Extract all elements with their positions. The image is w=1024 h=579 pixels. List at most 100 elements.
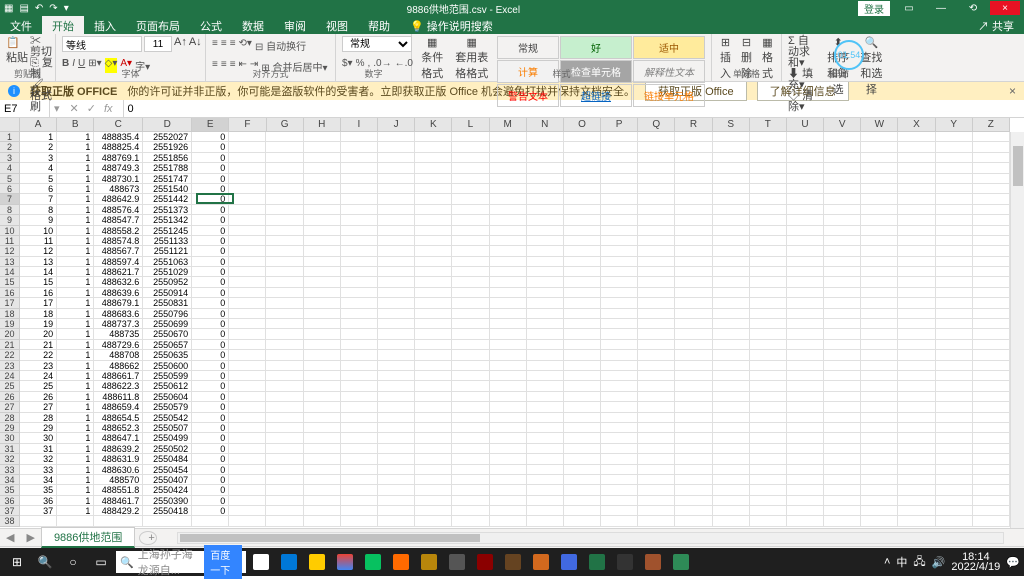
cell[interactable]	[675, 226, 712, 236]
cell[interactable]	[787, 485, 824, 495]
cell[interactable]: 488737.3	[94, 319, 143, 329]
cell[interactable]	[452, 319, 489, 329]
cell[interactable]	[266, 454, 303, 464]
cell[interactable]	[266, 298, 303, 308]
cell[interactable]	[564, 246, 601, 256]
select-all-corner[interactable]	[0, 118, 20, 132]
cell[interactable]	[675, 174, 712, 184]
cell[interactable]	[750, 392, 787, 402]
cell[interactable]	[973, 153, 1010, 163]
cell[interactable]	[341, 194, 378, 204]
cell[interactable]	[378, 163, 415, 173]
cell[interactable]: 1	[57, 340, 94, 350]
cell[interactable]	[490, 153, 527, 163]
cell[interactable]	[341, 205, 378, 215]
cell[interactable]	[452, 454, 489, 464]
cell[interactable]	[143, 516, 192, 526]
cell[interactable]	[824, 142, 861, 152]
cell[interactable]	[564, 423, 601, 433]
undo-icon[interactable]: ↶	[35, 3, 43, 14]
cell[interactable]	[973, 506, 1010, 516]
cell[interactable]	[490, 277, 527, 287]
cell[interactable]	[415, 465, 452, 475]
tab-view[interactable]: 视图	[316, 16, 358, 34]
cell[interactable]	[824, 454, 861, 464]
style-good[interactable]: 好	[560, 36, 632, 59]
cell[interactable]	[452, 516, 489, 526]
cell[interactable]	[341, 485, 378, 495]
cell[interactable]	[452, 485, 489, 495]
cell[interactable]	[341, 350, 378, 360]
cell[interactable]	[564, 506, 601, 516]
cell[interactable]: 1	[57, 423, 94, 433]
cell[interactable]	[898, 142, 935, 152]
align-bot[interactable]: ≡	[230, 38, 236, 53]
cell[interactable]	[452, 205, 489, 215]
cell[interactable]	[229, 319, 266, 329]
cell[interactable]	[750, 277, 787, 287]
cell[interactable]	[415, 329, 452, 339]
cell[interactable]	[490, 465, 527, 475]
cell[interactable]	[824, 465, 861, 475]
cell[interactable]	[490, 361, 527, 371]
cell[interactable]	[713, 257, 750, 267]
tray-net[interactable]: 🖧	[913, 553, 925, 572]
row-header[interactable]: 32	[0, 454, 20, 464]
cell[interactable]	[973, 392, 1010, 402]
cell[interactable]	[378, 194, 415, 204]
cell[interactable]	[898, 246, 935, 256]
cell[interactable]	[304, 433, 341, 443]
cell[interactable]	[861, 516, 898, 526]
cell[interactable]: 2550502	[143, 444, 192, 454]
cell[interactable]	[638, 236, 675, 246]
cell[interactable]	[415, 132, 452, 142]
cell[interactable]	[601, 246, 638, 256]
tab-layout[interactable]: 页面布局	[126, 16, 190, 34]
cell[interactable]	[861, 132, 898, 142]
cell[interactable]: 0	[192, 257, 229, 267]
cell[interactable]	[936, 194, 973, 204]
cell[interactable]	[304, 381, 341, 391]
col-header-R[interactable]: R	[675, 118, 712, 132]
cell[interactable]	[973, 174, 1010, 184]
row-header[interactable]: 3	[0, 153, 20, 163]
cell[interactable]	[824, 226, 861, 236]
cell[interactable]	[341, 423, 378, 433]
enter-icon[interactable]: ✓	[87, 102, 96, 115]
cell[interactable]	[861, 465, 898, 475]
cell[interactable]: 2551373	[143, 205, 192, 215]
cell[interactable]: 2550424	[143, 485, 192, 495]
cell[interactable]	[936, 423, 973, 433]
cell[interactable]	[378, 267, 415, 277]
cell[interactable]	[973, 205, 1010, 215]
cell[interactable]	[341, 392, 378, 402]
cell[interactable]	[713, 454, 750, 464]
style-warn[interactable]: 警告文本	[497, 84, 559, 107]
cell[interactable]	[638, 153, 675, 163]
cell[interactable]	[973, 132, 1010, 142]
cell[interactable]	[527, 246, 564, 256]
cell[interactable]: 0	[192, 444, 229, 454]
cell[interactable]	[564, 454, 601, 464]
cell[interactable]	[452, 329, 489, 339]
share-button[interactable]: ↗ 共享	[968, 16, 1024, 34]
cell[interactable]	[415, 142, 452, 152]
cell[interactable]	[415, 475, 452, 485]
cell[interactable]	[898, 361, 935, 371]
cell[interactable]	[824, 371, 861, 381]
cell[interactable]	[527, 413, 564, 423]
cell[interactable]: 1	[57, 309, 94, 319]
cell[interactable]	[936, 267, 973, 277]
col-header-Z[interactable]: Z	[973, 118, 1010, 132]
cell[interactable]: 10	[20, 226, 57, 236]
cell[interactable]	[229, 516, 266, 526]
cell[interactable]	[824, 277, 861, 287]
cell[interactable]	[638, 298, 675, 308]
close-button[interactable]: ×	[990, 1, 1020, 15]
cell[interactable]	[750, 361, 787, 371]
cell[interactable]	[490, 329, 527, 339]
col-header-E[interactable]: E	[192, 118, 229, 132]
cell[interactable]	[341, 277, 378, 287]
cell[interactable]	[675, 194, 712, 204]
cell[interactable]	[266, 433, 303, 443]
